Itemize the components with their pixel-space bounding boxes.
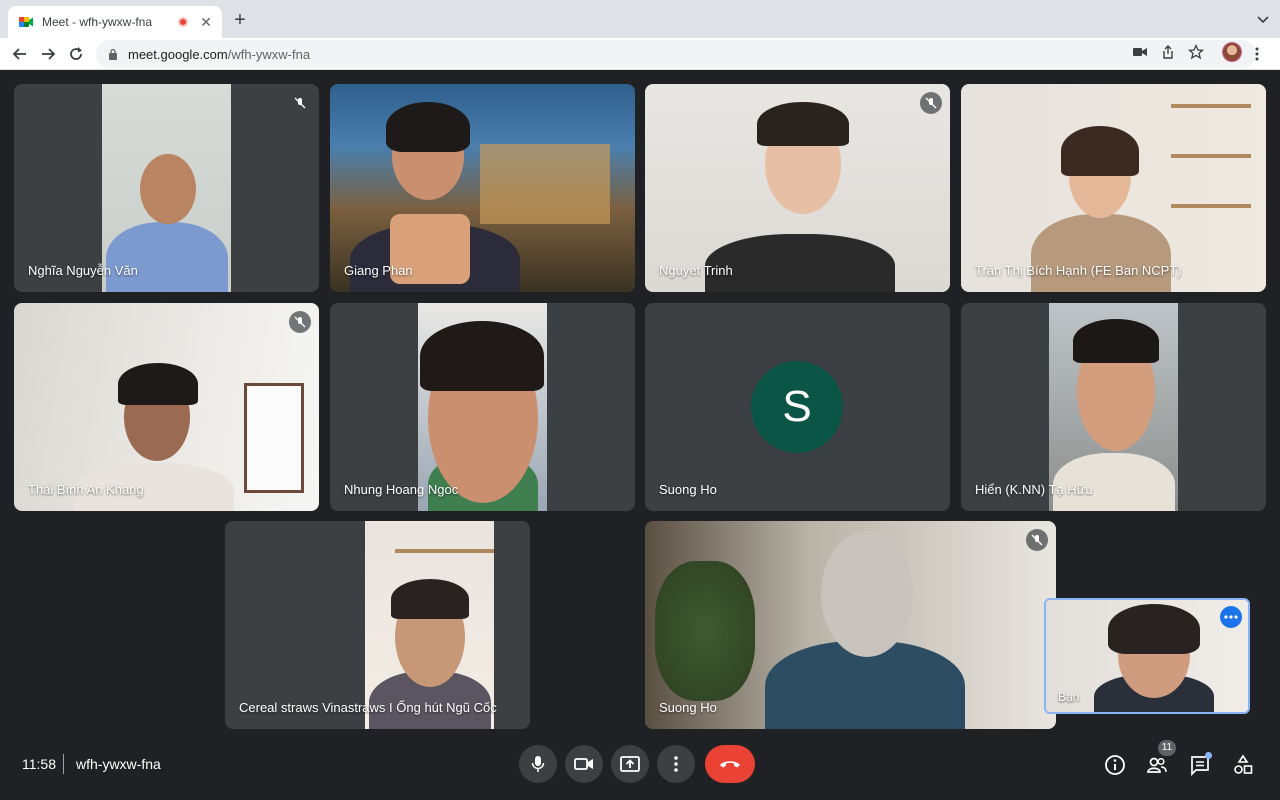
participant-tile[interactable]: Suong Ho (645, 521, 1056, 729)
participant-hair (118, 363, 198, 405)
self-view[interactable]: Bạn (1044, 598, 1250, 714)
participant-count-badge: 11 (1158, 740, 1176, 756)
participant-name: Thái Bình An Khang (28, 482, 144, 497)
mic-off-icon (289, 92, 311, 114)
chat-notification-dot (1205, 752, 1212, 759)
participant-video (102, 84, 231, 292)
participant-hair (391, 579, 469, 619)
leave-call-button[interactable] (705, 745, 755, 783)
participant-video (645, 84, 950, 292)
bookmark-star-icon[interactable] (1188, 44, 1204, 60)
participant-video (14, 303, 319, 511)
shelf (1171, 154, 1251, 158)
participant-name: Suong Ho (659, 700, 717, 715)
url-path: /wfh-ywxw-fna (227, 46, 311, 62)
tab-title: Meet - wfh-ywxw-fna (42, 15, 153, 29)
close-tab-icon[interactable]: ✕ (198, 14, 214, 31)
shelf (1171, 104, 1251, 108)
window (244, 383, 304, 493)
participant-body (705, 234, 895, 292)
participant-hair (386, 102, 470, 152)
participant-video (365, 521, 494, 729)
browser-toolbar: meet.google.com/wfh-ywxw-fna (0, 38, 1280, 70)
chevron-down-icon[interactable] (1256, 12, 1270, 26)
participant-video (1049, 303, 1178, 511)
participant-video (418, 303, 547, 511)
tab-strip: Meet - wfh-ywxw-fna ✕ + (0, 0, 1280, 38)
self-label: Bạn (1058, 690, 1080, 704)
camera-indicator-icon[interactable] (1132, 44, 1148, 60)
shelf (1171, 204, 1251, 208)
mic-icon (531, 756, 545, 772)
reload-icon[interactable] (66, 44, 86, 64)
participant-avatar: S (751, 361, 843, 453)
participant-tile[interactable]: Giang Phan (330, 84, 635, 292)
participant-tile[interactable]: Trần Thị Bích Hạnh (FE Ban NCPT) (961, 84, 1266, 292)
recording-indicator-icon (178, 17, 188, 27)
shelf (395, 549, 494, 553)
participant-tile[interactable]: Nhung Hoang Ngoc (330, 303, 635, 511)
participant-body (106, 222, 228, 292)
participant-tile[interactable]: Nguyet Trinh (645, 84, 950, 292)
participant-hair (1061, 126, 1139, 176)
participant-hair (757, 102, 849, 146)
participant-name: Nghĩa Nguyễn Văn (28, 263, 138, 278)
mic-off-icon (1026, 529, 1048, 551)
lock-icon (109, 48, 117, 60)
participant-tile[interactable]: S Suong Ho (645, 303, 950, 511)
profile-avatar[interactable] (1222, 42, 1242, 62)
background-house (480, 144, 610, 224)
divider (63, 754, 64, 774)
activities-icon[interactable] (1232, 754, 1254, 776)
meeting-time: 11:58 (22, 756, 56, 772)
participant-name: Hiển (K.NN) Tạ Hữu (975, 482, 1093, 497)
participant-tile[interactable]: Nghĩa Nguyễn Văn (14, 84, 319, 292)
hang-up-icon (720, 761, 740, 768)
participant-body (1031, 214, 1171, 292)
info-icon[interactable] (1104, 754, 1126, 776)
meeting-code: wfh-ywxw-fna (76, 756, 161, 772)
participant-head (140, 154, 196, 224)
participant-video (961, 84, 1266, 292)
participant-name: Trần Thị Bích Hạnh (FE Ban NCPT) (975, 263, 1182, 278)
forward-arrow-icon[interactable] (38, 44, 58, 64)
browser-tab[interactable]: Meet - wfh-ywxw-fna ✕ (8, 6, 222, 38)
present-screen-icon (620, 756, 640, 772)
back-arrow-icon[interactable] (10, 44, 30, 64)
people-icon[interactable] (1146, 754, 1168, 776)
self-hair (1108, 604, 1200, 654)
url-host: meet.google.com (128, 46, 228, 62)
mic-off-icon (289, 311, 311, 333)
background-plant (655, 561, 755, 701)
participant-tile[interactable]: Hiển (K.NN) Tạ Hữu (961, 303, 1266, 511)
participant-hair (420, 321, 544, 391)
address-bar[interactable]: meet.google.com/wfh-ywxw-fna (96, 40, 1256, 68)
mic-off-icon (920, 92, 942, 114)
more-vert-icon (674, 756, 678, 772)
meet-favicon-icon (19, 17, 33, 27)
mic-button[interactable] (519, 745, 557, 783)
participant-name: Nguyet Trinh (659, 263, 733, 278)
participant-name: Giang Phan (344, 263, 413, 278)
share-icon[interactable] (1160, 44, 1176, 60)
participant-tile[interactable]: Cereal straws Vinastraws I Ống hút Ngũ C… (225, 521, 530, 729)
new-tab-button[interactable]: + (230, 9, 250, 32)
camera-button[interactable] (565, 745, 603, 783)
more-options-icon[interactable] (1220, 606, 1242, 628)
participant-video (330, 84, 635, 292)
camera-icon (574, 758, 593, 770)
browser-menu-icon[interactable] (1254, 46, 1260, 62)
participant-name: Suong Ho (659, 482, 717, 497)
participant-name: Nhung Hoang Ngoc (344, 482, 459, 497)
participant-hair (1073, 319, 1159, 363)
participant-name: Cereal straws Vinastraws I Ống hút Ngũ C… (239, 700, 497, 715)
present-button[interactable] (611, 745, 649, 783)
more-options-button[interactable] (657, 745, 695, 783)
participant-video (645, 521, 1056, 729)
participant-tile[interactable]: Thái Bình An Khang (14, 303, 319, 511)
participant-head (821, 531, 913, 657)
